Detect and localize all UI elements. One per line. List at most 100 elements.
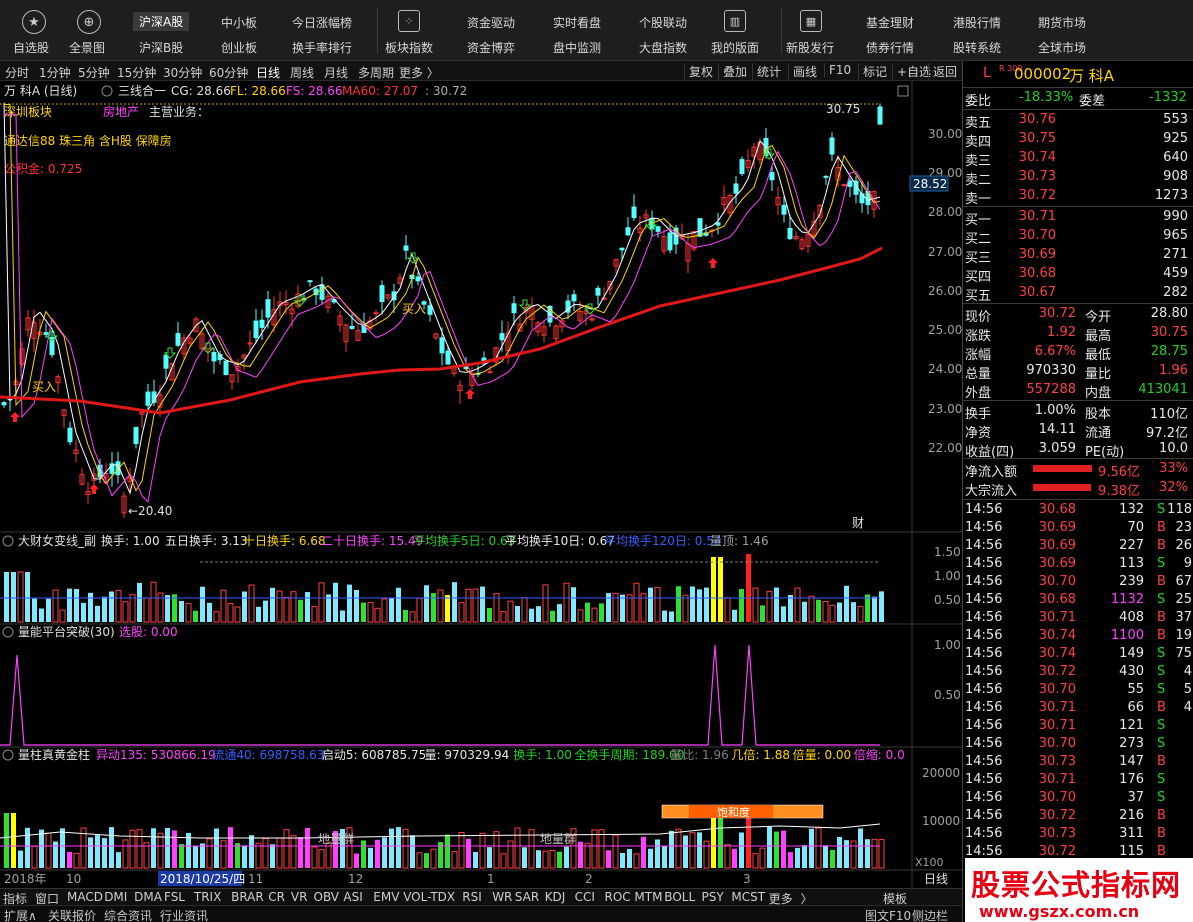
indicator-tab-vol-tdx[interactable]: VOL-TDX [403,890,455,904]
tick-row[interactable]: 14:56 30.68 1132 S 25 [963,591,1193,610]
toolbar-gem-board[interactable]: 创业板 [221,39,257,56]
indicator-tab-wr[interactable]: WR [492,890,512,904]
indicator-toggle-icon[interactable] [2,535,14,547]
bid-row[interactable]: 买三 30.69 271 [963,246,1193,266]
indicator-tab-brar[interactable]: BRAR [231,890,264,904]
f10-graphic-tab[interactable]: 图文F10 [865,907,911,922]
indicator-toggle-icon[interactable] [101,85,113,97]
toolbar-intraday-monitor[interactable]: 盘中监测 [553,39,601,56]
indicator-tab-dmi[interactable]: DMI [104,890,127,904]
indicator-tab-trix[interactable]: TRIX [194,890,221,904]
bid-row[interactable]: 买四 30.68 459 [963,265,1193,285]
ask-row[interactable]: 卖三 30.74 640 [963,149,1193,169]
panel-menu-icon[interactable] [897,85,909,97]
tick-row[interactable]: 14:56 30.70 55 S 5 [963,681,1193,700]
tick-row[interactable]: 14:56 30.68 132 S 118 [963,501,1193,520]
toolbar-watchlist[interactable]: 自选股 [13,39,49,56]
tick-row[interactable]: 14:56 30.71 176 S [963,771,1193,790]
period-tab[interactable]: 30分钟 [163,64,202,81]
date-axis-period[interactable]: 日线 [924,872,948,886]
stat-row[interactable]: 总量 970330 量比 1.96 [963,362,1193,382]
toolbar-sector-index[interactable]: 板块指数 [385,39,433,56]
toolbar-hk-quotes[interactable]: 港股行情 [953,14,1001,31]
indicator-tab-sar[interactable]: SAR [515,890,539,904]
tick-row[interactable]: 14:56 30.74 1100 B 19 [963,627,1193,646]
overlay-button[interactable]: 叠加 [718,63,747,80]
tick-row[interactable]: 14:56 30.69 70 B 23 [963,519,1193,538]
indicator-tab-rsi[interactable]: RSI [462,890,482,904]
toolbar-stock-linkage[interactable]: 个股联动 [639,14,687,31]
add-watchlist-button[interactable]: +自选 [892,63,931,80]
indicator-tab-dma[interactable]: DMA [134,890,162,904]
calendar-icon[interactable]: ▦ [800,10,822,32]
ask-row[interactable]: 卖二 30.73 908 [963,168,1193,188]
toolbar-top-gainers[interactable]: 今日涨幅榜 [292,14,352,31]
period-tab[interactable]: 5分钟 [78,64,110,81]
chart-area[interactable]: 万 科A (日线) 三线合一 CG: 28.66 FL: 28.66 FS: 2… [0,81,962,888]
tick-row[interactable]: 14:56 30.69 227 B 26 [963,537,1193,556]
indicator-tab-asi[interactable]: ASI [343,890,362,904]
tick-row[interactable]: 14:56 30.71 121 S [963,717,1193,736]
tick-row[interactable]: 14:56 30.74 149 S 75 [963,645,1193,664]
layout-icon[interactable]: ▥ [724,10,746,32]
tick-row[interactable]: 14:56 30.73 147 B [963,753,1193,772]
indicator-tab-cci[interactable]: CCI [575,890,595,904]
tick-row[interactable]: 14:56 30.70 239 B 67 [963,573,1193,592]
composite-news-tab[interactable]: 综合资讯 [104,907,152,922]
finance-marker[interactable]: 财 [852,516,864,530]
globe-icon[interactable]: ⊕ [77,10,101,34]
ask-row[interactable]: 卖四 30.75 925 [963,130,1193,150]
toolbar-fund-drive[interactable]: 资金驱动 [467,14,515,31]
toolbar-turnover-rank[interactable]: 换手率排行 [292,39,352,56]
tick-row[interactable]: 14:56 30.69 113 S 9 [963,555,1193,574]
industry-news-tab[interactable]: 行业资讯 [160,907,208,922]
indicator-tab-emv[interactable]: EMV [373,890,399,904]
mark-button[interactable]: 标记 [858,63,887,80]
tick-row[interactable]: 14:56 30.72 430 S 4 [963,663,1193,682]
stats-button[interactable]: 统计 [752,63,781,80]
bid-row[interactable]: 买五 30.67 282 [963,284,1193,304]
period-tab[interactable]: 多周期 [358,64,394,81]
bid-row[interactable]: 买一 30.71 990 [963,208,1193,228]
star-icon[interactable]: ★ [22,10,46,34]
bid-row[interactable]: 买二 30.70 965 [963,227,1193,247]
toolbar-live-watch[interactable]: 实时看盘 [553,14,601,31]
toolbar-market-index[interactable]: 大盘指数 [639,39,687,56]
indicator-tab-kdj[interactable]: KDJ [545,890,566,904]
period-tab[interactable]: 60分钟 [209,64,248,81]
ask-row[interactable]: 卖一 30.72 1273 [963,187,1193,207]
stat-row[interactable]: 现价 30.72 今开 28.80 [963,305,1193,325]
indicator-toggle-icon[interactable] [2,626,14,638]
toolbar-ipo[interactable]: 新股发行 [786,39,834,56]
tick-row[interactable]: 14:56 30.72 216 B [963,807,1193,826]
adjust-button[interactable]: 复权 [684,63,713,80]
period-tab[interactable]: 分时 [5,64,29,81]
toolbar-futures[interactable]: 期货市场 [1038,14,1086,31]
period-tab-active[interactable]: 日线 [256,64,280,81]
indicator-tab-vr[interactable]: VR [291,890,308,904]
indicator-tab-mcst[interactable]: MCST [731,890,765,904]
related-quotes-tab[interactable]: 关联报价 [48,907,96,922]
period-tab[interactable]: 月线 [324,64,348,81]
stat-row[interactable]: 收益(四) 3.059 PE(动) 10.0 [963,440,1193,460]
toolbar-panorama[interactable]: 全景图 [69,39,105,56]
indicator-tab-roc[interactable]: ROC [605,890,631,904]
blocks-icon[interactable]: ⁘ [398,10,420,32]
toolbar-global-market[interactable]: 全球市场 [1038,39,1086,56]
back-button[interactable]: 返回 [928,63,957,80]
toolbar-neeq[interactable]: 股转系统 [953,39,1001,56]
toolbar-hs-b-share[interactable]: 沪深B股 [139,39,183,56]
ask-row[interactable]: 卖五 30.76 553 [963,111,1193,131]
tick-row[interactable]: 14:56 30.70 273 S [963,735,1193,754]
indicator-tab-boll[interactable]: BOLL [664,890,695,904]
sidebar-toggle[interactable]: 侧边栏 [912,907,948,922]
stat-row[interactable]: 涨幅 6.67% 最低 28.75 [963,343,1193,363]
indicator-tab-fsl[interactable]: FSL [164,890,185,904]
indicator-tab-mtm[interactable]: MTM [634,890,662,904]
stat-row[interactable]: 外盘 557288 内盘 413041 [963,381,1193,401]
indicator-tab-obv[interactable]: OBV [314,890,340,904]
indicator-tab-cr[interactable]: CR [268,890,285,904]
tick-row[interactable]: 14:56 30.71 66 B 4 [963,699,1193,718]
period-more[interactable]: 更多 〉 [399,64,439,81]
tick-row[interactable]: 14:56 30.70 37 S [963,789,1193,808]
